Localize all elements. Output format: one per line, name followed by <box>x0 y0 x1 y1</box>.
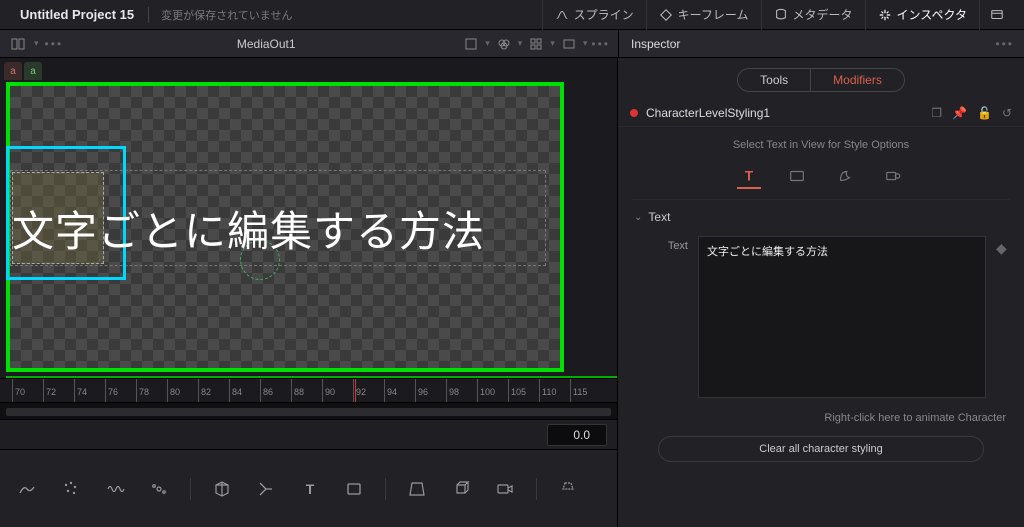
ruler-tick: 78 <box>136 379 149 402</box>
unsaved-indicator: 変更が保存されていません <box>148 7 292 23</box>
ruler-tick: 86 <box>260 379 273 402</box>
inspector-tabs: Tools Modifiers <box>618 58 1024 100</box>
buffer-b-tab[interactable]: a <box>24 62 42 80</box>
lock-icon[interactable]: 🔓 <box>977 106 992 120</box>
viewer-left-menu[interactable]: ••• <box>45 37 64 51</box>
reset-icon[interactable]: ↺ <box>1002 106 1012 120</box>
ruler-tick: 80 <box>167 379 180 402</box>
noise-tool[interactable] <box>102 476 128 502</box>
camera-tool[interactable] <box>492 476 518 502</box>
layout-button[interactable] <box>979 0 1014 30</box>
ruler-tick: 70 <box>12 379 25 402</box>
ruler-tick: 84 <box>229 379 242 402</box>
shape3d-tool[interactable] <box>209 476 235 502</box>
ruler-tick: 92 <box>353 379 366 402</box>
ruler-tick: 82 <box>198 379 211 402</box>
node-enable-dot[interactable] <box>630 109 638 117</box>
keyframes-button[interactable]: キーフレーム <box>646 0 761 30</box>
scrub-bar[interactable] <box>0 402 617 420</box>
svg-text:T: T <box>745 169 754 184</box>
svg-text:T: T <box>306 481 315 497</box>
subtab-text[interactable]: T <box>737 165 761 189</box>
chevron-down-icon[interactable]: ▾ <box>34 38 39 49</box>
clear-styling-button[interactable]: Clear all character styling <box>658 436 984 462</box>
ruler-tick: 96 <box>415 379 428 402</box>
keyframe-diamond[interactable]: ◆ <box>996 236 1008 398</box>
inspector-button[interactable]: インスペクタ <box>865 0 979 30</box>
ruler-tick: 88 <box>291 379 304 402</box>
viewer-panel: a a 文字ごとに編集する方法 70 72 74 76 78 80 82 84 86 88 90 92… <box>0 58 618 527</box>
node-name: CharacterLevelStyling1 <box>646 106 770 120</box>
ruler-tick: 74 <box>74 379 87 402</box>
roi-icon[interactable] <box>461 34 481 54</box>
buffer-a-tab[interactable]: a <box>4 62 22 80</box>
particles-tool[interactable] <box>58 476 84 502</box>
project-title: Untitled Project 15 <box>20 7 134 22</box>
ruler-tick: 90 <box>322 379 335 402</box>
image-plane-tool[interactable] <box>404 476 430 502</box>
time-display[interactable]: 0.0 <box>547 424 607 446</box>
lut-icon[interactable] <box>526 34 546 54</box>
title-bar: Untitled Project 15 変更が保存されていません スプライン キ… <box>0 0 1024 30</box>
tab-tools[interactable]: Tools <box>737 68 811 92</box>
channels-icon[interactable] <box>494 34 514 54</box>
layout-icon <box>990 8 1004 22</box>
plasma-tool[interactable] <box>146 476 172 502</box>
inspector-panel: Tools Modifiers CharacterLevelStyling1 ❐… <box>618 58 1024 527</box>
merge-tool[interactable] <box>253 476 279 502</box>
viewer-node-label[interactable]: MediaOut1 <box>71 37 461 51</box>
section-text-header[interactable]: ⌄ Text <box>618 200 1024 230</box>
metadata-icon <box>774 8 788 22</box>
inspector-subtabs: T <box>632 161 1010 200</box>
ruler-tick: 72 <box>43 379 56 402</box>
tab-modifiers[interactable]: Modifiers <box>811 68 905 92</box>
style-hint: Select Text in View for Style Options <box>618 127 1024 161</box>
viewer-canvas[interactable]: 文字ごとに編集する方法 <box>0 80 617 378</box>
ruler-tick: 76 <box>105 379 118 402</box>
text-tool[interactable]: T <box>297 476 323 502</box>
buffer-tabs: a a <box>0 58 617 80</box>
animate-hint[interactable]: Right-click here to animate Character <box>618 402 1024 430</box>
ruler-tick: 110 <box>539 379 556 402</box>
chevron-down-icon: ⌄ <box>634 212 642 223</box>
ruler-tick: 115 <box>570 379 587 402</box>
versions-icon[interactable]: ❐ <box>931 106 942 120</box>
pin-icon[interactable]: 📌 <box>952 106 967 120</box>
ruler-tick: 100 <box>477 379 495 402</box>
viewer-settings-icon[interactable] <box>559 34 579 54</box>
sub-header: ▾ ••• MediaOut1 ▾ ▾ ▾ ▾ ••• Inspector ••… <box>0 30 1024 58</box>
time-row: 0.0 <box>0 420 617 450</box>
subtab-layout[interactable] <box>785 165 809 189</box>
inspector-header: Inspector ••• <box>618 30 1024 57</box>
metadata-button[interactable]: メタデータ <box>761 0 865 30</box>
cube-tool[interactable] <box>448 476 474 502</box>
spline-icon <box>555 8 569 22</box>
view-layout-icon[interactable] <box>8 34 28 54</box>
subtab-settings[interactable] <box>881 165 905 189</box>
subtab-shading[interactable] <box>833 165 857 189</box>
preview-text[interactable]: 文字ごとに編集する方法 <box>12 198 485 259</box>
inspector-icon <box>878 8 892 22</box>
ruler-tick: 98 <box>446 379 459 402</box>
mask-tool[interactable] <box>341 476 367 502</box>
spotlight-tool[interactable] <box>555 476 581 502</box>
time-ruler[interactable]: 70 72 74 76 78 80 82 84 86 88 90 92 94 96 98 100 105 110 1… <box>0 378 617 402</box>
node-toolbar: T <box>0 450 617 527</box>
spline-button[interactable]: スプライン <box>542 0 646 30</box>
node-header[interactable]: CharacterLevelStyling1 ❐ 📌 🔓 ↺ <box>618 100 1024 127</box>
text-input[interactable] <box>698 236 986 398</box>
ruler-tick: 94 <box>384 379 397 402</box>
ruler-tick: 105 <box>508 379 526 402</box>
text-field-label: Text <box>634 236 688 398</box>
background-tool[interactable] <box>14 476 40 502</box>
keyframes-icon <box>659 8 673 22</box>
viewer-right-menu[interactable]: ••• <box>591 37 610 51</box>
inspector-menu[interactable]: ••• <box>995 37 1014 51</box>
